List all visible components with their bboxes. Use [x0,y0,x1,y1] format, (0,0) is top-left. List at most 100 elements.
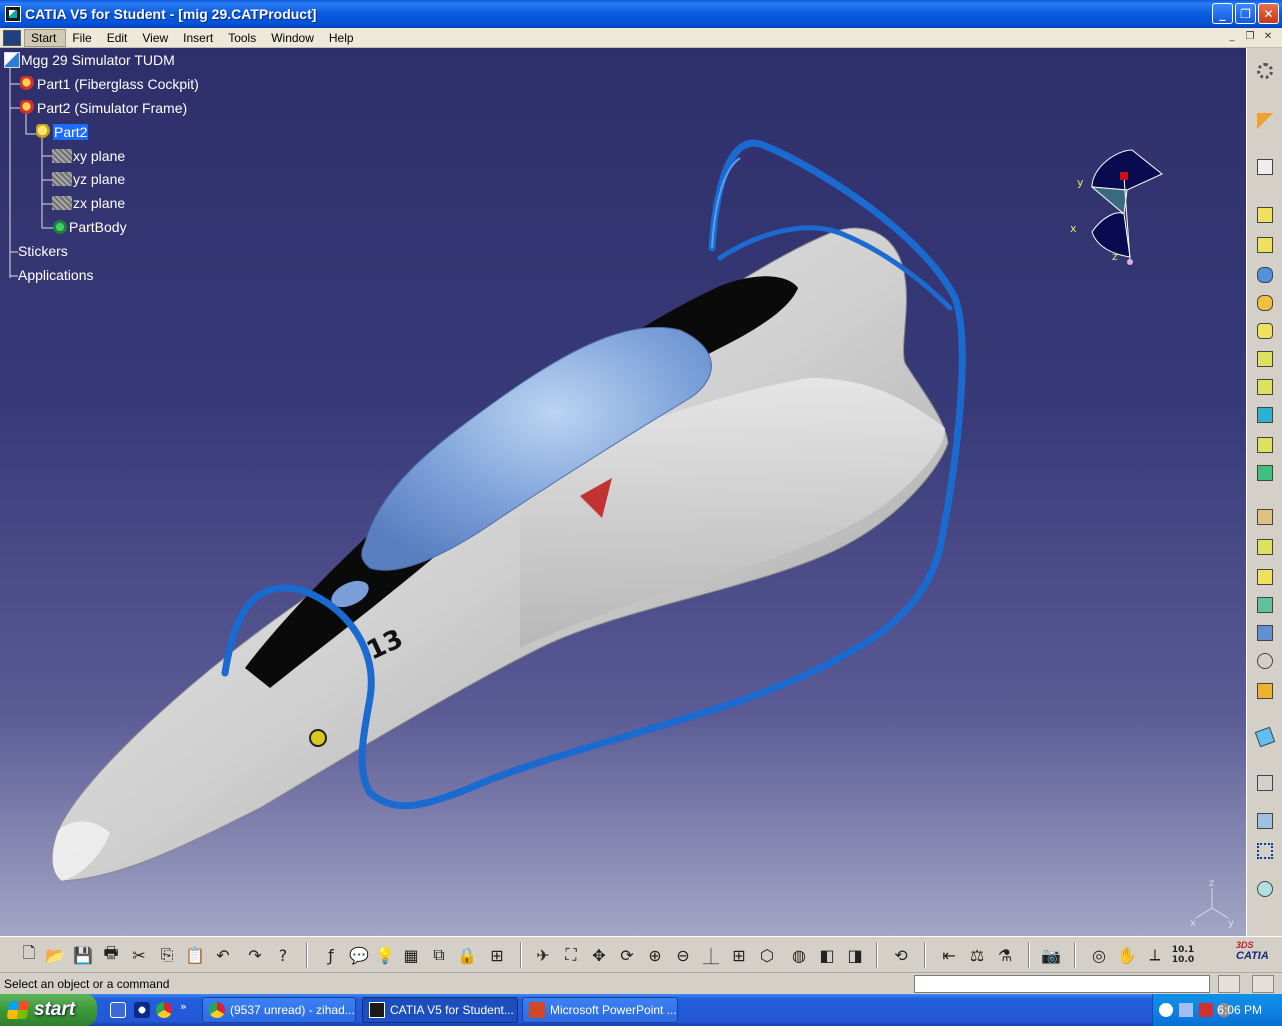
document-icon[interactable] [3,29,21,46]
fly-mode-icon[interactable]: ✈ [532,944,554,966]
measure-label-icon[interactable]: 10.1 10.0 [1172,944,1194,966]
measure-between-icon[interactable]: ⇤ [938,944,960,966]
open-icon[interactable]: 📂 [44,944,66,966]
task-powerpoint[interactable]: Microsoft PowerPoint ... [522,997,678,1023]
formula-icon[interactable]: ƒ [320,944,342,966]
chamfer-icon[interactable] [1254,536,1276,558]
doc-restore-button[interactable]: ❐ [1242,30,1258,44]
stiffener-icon[interactable] [1254,404,1276,426]
light-bulb-icon[interactable]: 💡 [374,944,396,966]
camera-icon[interactable]: 📷 [1040,944,1062,966]
menu-edit[interactable]: Edit [101,30,137,46]
minimize-button[interactable]: _ [1212,3,1233,24]
settings-gear-icon[interactable] [1254,60,1276,82]
status-button-1[interactable] [1218,975,1240,993]
doc-close-button[interactable]: ✕ [1260,30,1276,44]
tree-node-zx-plane[interactable]: zx plane [52,193,125,213]
table-icon[interactable]: ▦ [400,944,422,966]
pan-icon[interactable]: ✥ [588,944,610,966]
media-icon[interactable] [134,1002,150,1018]
tree-node-applications[interactable]: Applications [18,265,94,285]
network-icon[interactable] [1179,1003,1193,1017]
pattern-icon[interactable] [1254,840,1276,862]
menu-window[interactable]: Window [265,30,323,46]
sketcher-icon[interactable] [1254,156,1276,178]
knowledge-advisor-icon[interactable]: 💬 [348,944,370,966]
shell-icon[interactable] [1254,594,1276,616]
menu-help[interactable]: Help [323,30,363,46]
fit-all-icon[interactable]: ⛶ [560,944,582,966]
thick-surface-icon[interactable] [1254,726,1276,748]
hand-icon[interactable]: ✋ [1116,944,1138,966]
start-button[interactable]: start [0,994,97,1026]
catia-app-icon[interactable] [5,6,21,22]
compass-widget[interactable]: y x z [1062,142,1172,272]
security-icon[interactable] [1199,1003,1213,1017]
measure-item-icon[interactable]: ⚖ [966,944,988,966]
shading-icon[interactable]: ◍ [788,944,810,966]
normal-view-icon[interactable]: ⏊ [700,944,722,966]
remove-loft-icon[interactable] [1254,462,1276,484]
analysis-icon[interactable] [1254,878,1276,900]
tree-root-node[interactable]: Mgg 29 Simulator TUDM [4,50,175,70]
menu-tools[interactable]: Tools [222,30,265,46]
rotate-icon[interactable]: ⟳ [616,944,638,966]
tray-back-icon[interactable] [1159,1003,1173,1017]
tree-node-yz-plane[interactable]: yz plane [52,169,125,189]
copy-icon[interactable]: ⎘ [156,944,178,966]
tree-node-stickers[interactable]: Stickers [18,241,68,261]
translation-icon[interactable] [1254,772,1276,794]
zoom-in-icon[interactable]: ⊕ [644,944,666,966]
draft-icon[interactable] [1254,566,1276,588]
iso-view-icon[interactable]: ⬡ [756,944,778,966]
catalog-icon[interactable]: ⧉ [428,944,450,966]
fillet-icon[interactable] [1254,506,1276,528]
select-arrow-icon[interactable] [1254,110,1276,132]
menu-insert[interactable]: Insert [177,30,222,46]
tree-node-partbody[interactable]: PartBody [52,217,127,237]
status-button-2[interactable] [1252,975,1274,993]
tree-node-part2-child[interactable]: Part2 [36,122,89,142]
print-icon[interactable]: 🖶 [100,943,122,966]
paste-icon[interactable]: 📋 [184,944,206,966]
update-icon[interactable]: ⟲ [890,944,912,966]
zoom-out-icon[interactable]: ⊖ [672,944,694,966]
undo-icon[interactable]: ↶ [212,944,234,966]
chrome-quicklaunch-icon[interactable] [156,1002,172,1018]
thread-icon[interactable] [1254,650,1276,672]
sketch-analysis-icon[interactable]: ◎ [1088,944,1110,966]
quick-launch-more[interactable]: » [180,1000,187,1013]
restore-button[interactable]: ❐ [1235,3,1256,24]
ie-icon[interactable] [110,1002,126,1018]
redo-icon[interactable]: ↷ [244,944,266,966]
hole-icon[interactable] [1254,320,1276,342]
slot-icon[interactable] [1254,376,1276,398]
new-icon[interactable]: 🗋 [18,943,40,966]
lock-icon[interactable]: 🔒 [456,944,478,966]
task-catia[interactable]: CATIA V5 for Student... [362,997,518,1023]
menu-view[interactable]: View [136,30,177,46]
model-scene[interactable]: 13 [0,48,1246,936]
pad-icon[interactable] [1254,204,1276,226]
thickness-icon[interactable] [1254,622,1276,644]
rib-icon[interactable] [1254,348,1276,370]
tree-node-xy-plane[interactable]: xy plane [52,146,125,166]
menu-file[interactable]: File [66,30,100,46]
close-button[interactable]: ✕ [1258,3,1279,24]
loft-icon[interactable] [1254,434,1276,456]
tree-node-part2[interactable]: Part2 (Simulator Frame) [20,98,187,118]
save-icon[interactable]: 💾 [72,944,94,966]
groove-icon[interactable] [1254,292,1276,314]
cut-icon[interactable]: ✂ [128,944,150,966]
instantiate-icon[interactable]: ⊞ [486,944,508,966]
split-icon[interactable] [1254,680,1276,702]
3d-viewport[interactable]: 13 Mgg 29 Simulator TUDM Part1 (Fibergla… [0,48,1246,936]
menu-start[interactable]: Start [24,28,67,47]
hide-show-icon[interactable]: ◧ [816,944,838,966]
compass-handle-icon[interactable] [1120,172,1128,180]
multi-view-icon[interactable]: ⊞ [728,944,750,966]
shaft-icon[interactable] [1254,264,1276,286]
measure-inertia-icon[interactable]: ⚗ [994,944,1016,966]
task-chrome[interactable]: (9537 unread) - zihad... [202,997,356,1023]
swap-visible-icon[interactable]: ◨ [844,944,866,966]
